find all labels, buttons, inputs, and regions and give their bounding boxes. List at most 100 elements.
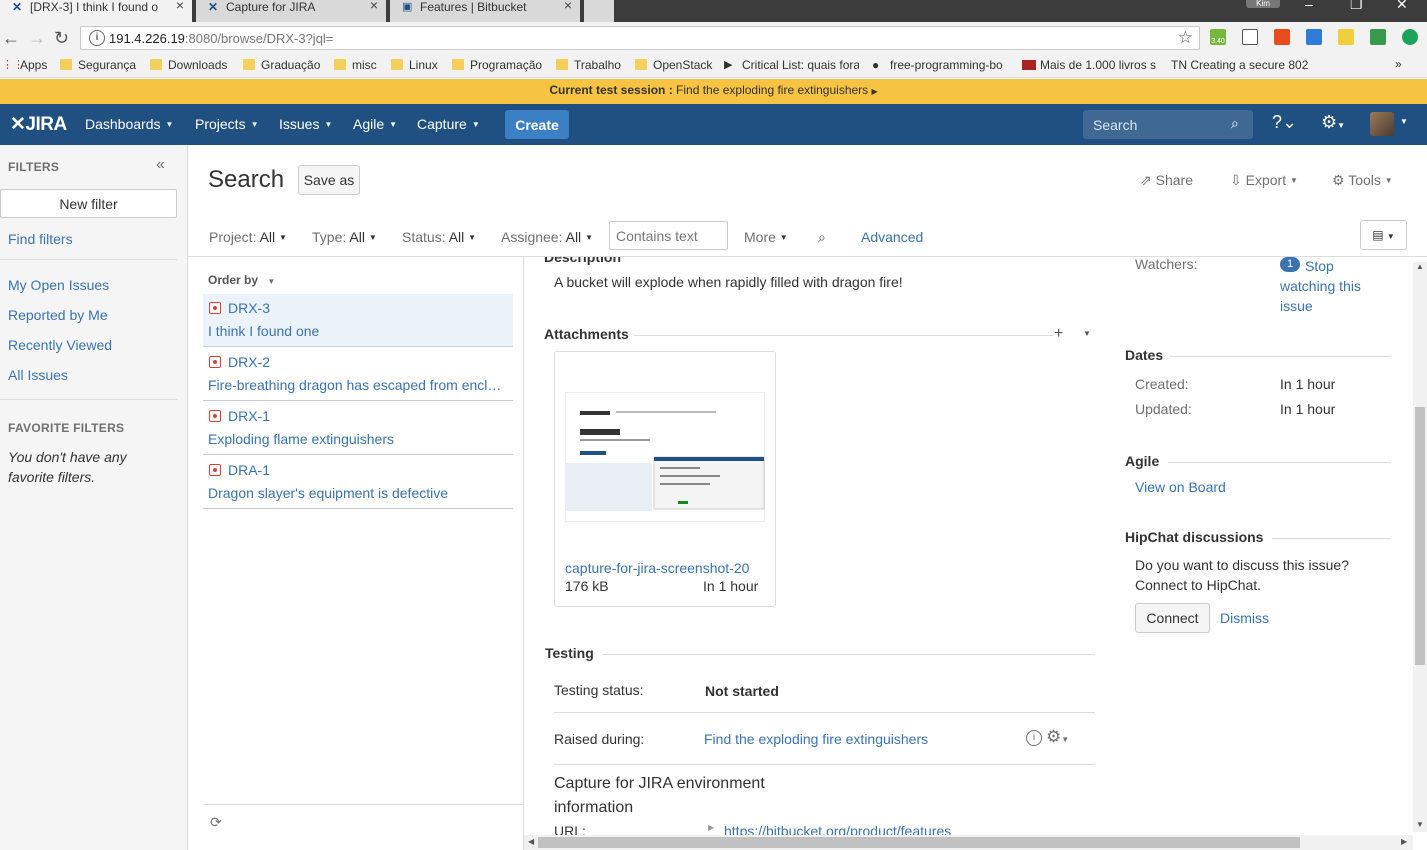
bookmark-folder[interactable]: Downloads	[150, 58, 227, 72]
upload-extension-icon[interactable]	[1402, 29, 1418, 45]
header-search-input[interactable]	[1083, 110, 1253, 139]
scrollbar-thumb[interactable]	[1415, 407, 1425, 665]
new-tab-button[interactable]	[584, 0, 614, 22]
share-button[interactable]: ⇗ Share	[1140, 172, 1193, 189]
back-icon[interactable]: ←	[2, 28, 20, 49]
bookmark-star-icon[interactable]: ☆	[1178, 28, 1193, 48]
mail-extension-icon[interactable]	[1242, 29, 1258, 45]
advanced-search-link[interactable]: Advanced	[861, 229, 923, 245]
close-tab-icon[interactable]: ×	[176, 0, 184, 12]
issue-key[interactable]: DRA-1	[228, 462, 270, 478]
bookmark-link[interactable]: TN Creating a secure 802	[1171, 58, 1311, 72]
scroll-up-icon[interactable]: ▲	[1416, 262, 1424, 271]
more-criteria-button[interactable]: More ▼	[744, 229, 788, 245]
issue-summary[interactable]: I think I found one	[208, 323, 510, 339]
bookmark-folder[interactable]: Trabalho	[556, 58, 621, 72]
jira-logo[interactable]: ✕JIRA	[10, 113, 67, 136]
android-extension-icon[interactable]: 3.40	[1210, 29, 1226, 45]
issue-key[interactable]: DRX-3	[228, 300, 270, 316]
horizontal-scrollbar[interactable]: ◀ ▶	[524, 835, 1413, 850]
scrollbar-thumb[interactable]	[538, 837, 1300, 848]
attachment-name[interactable]: capture-for-jira-screenshot-20	[565, 560, 765, 576]
bookmark-folder[interactable]: Graduação	[243, 58, 320, 72]
criteria-assignee[interactable]: Assignee: All ▼	[501, 229, 593, 245]
gear-icon[interactable]: ⚙▼	[1321, 112, 1345, 133]
close-tab-icon[interactable]: ×	[564, 0, 572, 12]
plugin-extension-icon[interactable]	[1370, 29, 1386, 45]
bookmark-link[interactable]: Mais de 1.000 livros s	[1022, 58, 1158, 72]
bookmark-folder[interactable]: OpenStack	[635, 58, 712, 72]
avatar[interactable]	[1370, 112, 1394, 136]
contains-text-input[interactable]	[609, 221, 728, 250]
minimize-icon[interactable]: –	[1305, 0, 1313, 12]
session-value[interactable]: Find the exploding fire extinguishers	[676, 83, 868, 97]
nav-agile[interactable]: Agile ▼	[353, 116, 397, 132]
filter-reported-by-me[interactable]: Reported by Me	[8, 307, 108, 323]
nav-issues[interactable]: Issues ▼	[279, 116, 332, 132]
export-button[interactable]: ⇩ Export ▼	[1230, 172, 1298, 189]
bookmark-folder[interactable]: Programação	[452, 58, 542, 72]
browser-tab-capture[interactable]: ✕ Capture for JIRA ×	[196, 0, 386, 22]
new-filter-button[interactable]: New filter	[0, 189, 177, 218]
more-bookmarks-icon[interactable]: »	[1395, 57, 1402, 71]
connect-button[interactable]: Connect	[1135, 603, 1210, 633]
attachment-options-icon[interactable]: ▼	[1083, 329, 1091, 338]
browser-tab-drx3[interactable]: ✕ [DRX-3] I think I found o ×	[0, 0, 192, 22]
raised-during-link[interactable]: Find the exploding fire extinguishers	[704, 731, 928, 747]
add-attachment-icon[interactable]: +	[1054, 325, 1063, 343]
dismiss-link[interactable]: Dismiss	[1220, 610, 1269, 626]
help-icon[interactable]: ?⌄	[1272, 112, 1297, 133]
expand-icon[interactable]: ▶	[708, 823, 714, 832]
tools-button[interactable]: ⚙ Tools ▼	[1332, 172, 1393, 189]
browser-tab-bitbucket[interactable]: ▣ Features | Bitbucket ×	[390, 0, 580, 22]
issue-row-drx-1[interactable]: DRX-1 Exploding flame extinguishers	[203, 402, 513, 455]
criteria-status[interactable]: Status: All ▼	[402, 229, 476, 245]
attachment-thumbnail[interactable]	[565, 392, 765, 522]
reload-icon[interactable]: ↻	[54, 28, 69, 49]
issue-row-dra-1[interactable]: DRA-1 Dragon slayer's equipment is defec…	[203, 456, 513, 509]
issue-summary[interactable]: Exploding flame extinguishers	[208, 431, 510, 447]
view-on-board-link[interactable]: View on Board	[1135, 479, 1226, 495]
forward-icon[interactable]: →	[28, 28, 46, 49]
search-icon[interactable]: ⌕	[1231, 115, 1239, 132]
search-icon[interactable]: ⌕	[818, 229, 826, 246]
filter-my-open-issues[interactable]: My Open Issues	[8, 277, 109, 293]
close-tab-icon[interactable]: ×	[370, 0, 378, 12]
filter-all-issues[interactable]: All Issues	[8, 367, 68, 383]
bookmark-folder[interactable]: Segurança	[60, 58, 136, 72]
criteria-type[interactable]: Type: All ▼	[312, 229, 377, 245]
issue-summary[interactable]: Fire-breathing dragon has escaped from e…	[208, 377, 510, 393]
filter-recently-viewed[interactable]: Recently Viewed	[8, 337, 112, 353]
save-as-button[interactable]: Save as	[298, 165, 360, 195]
nav-projects[interactable]: Projects ▼	[195, 116, 259, 132]
nav-dashboards[interactable]: Dashboards ▼	[85, 116, 173, 132]
gear-icon[interactable]: ⚙▼	[1046, 727, 1069, 747]
find-filters-link[interactable]: Find filters	[8, 231, 73, 247]
profile-chip[interactable]: Kim	[1246, 0, 1280, 8]
issue-key[interactable]: DRX-1	[228, 408, 270, 424]
stop-watching-link[interactable]: Stop watching this issue	[1280, 257, 1380, 316]
issue-summary[interactable]: Dragon slayer's equipment is defective	[208, 485, 510, 501]
criteria-project[interactable]: Project: All ▼	[209, 229, 287, 245]
create-button[interactable]: Create	[505, 110, 569, 139]
refresh-icon[interactable]: ⟳	[210, 814, 222, 831]
info-icon[interactable]: i	[1026, 730, 1042, 746]
site-info-icon[interactable]: i	[89, 30, 105, 46]
bookmark-apps[interactable]: ⋮⋮ Apps	[2, 58, 47, 72]
issue-row-drx-2[interactable]: DRX-2 Fire-breathing dragon has escaped …	[203, 348, 513, 401]
bookmark-folder[interactable]: Linux	[391, 58, 438, 72]
caret-down-icon[interactable]: ▼	[1400, 117, 1408, 126]
bookmark-link[interactable]: ● free-programming-bo	[872, 58, 1008, 72]
maximize-icon[interactable]: ❐	[1350, 0, 1363, 13]
scroll-down-icon[interactable]: ▼	[1416, 820, 1424, 829]
issue-key[interactable]: DRX-2	[228, 354, 270, 370]
bookmark-link[interactable]: ▶ Critical List: quais fora	[724, 58, 859, 72]
scroll-right-icon[interactable]: ▶	[1401, 837, 1407, 846]
office-extension-icon[interactable]	[1274, 29, 1290, 45]
capture-session-bar[interactable]: Current test session : Find the explodin…	[0, 79, 1427, 104]
layout-switcher-button[interactable]: ▤ ▼	[1360, 220, 1407, 250]
window-close-icon[interactable]: ✕	[1396, 0, 1408, 13]
vertical-scrollbar[interactable]: ▲ ▼	[1413, 262, 1427, 832]
bookmark-folder[interactable]: misc	[334, 58, 377, 72]
notes-extension-icon[interactable]	[1338, 29, 1354, 45]
